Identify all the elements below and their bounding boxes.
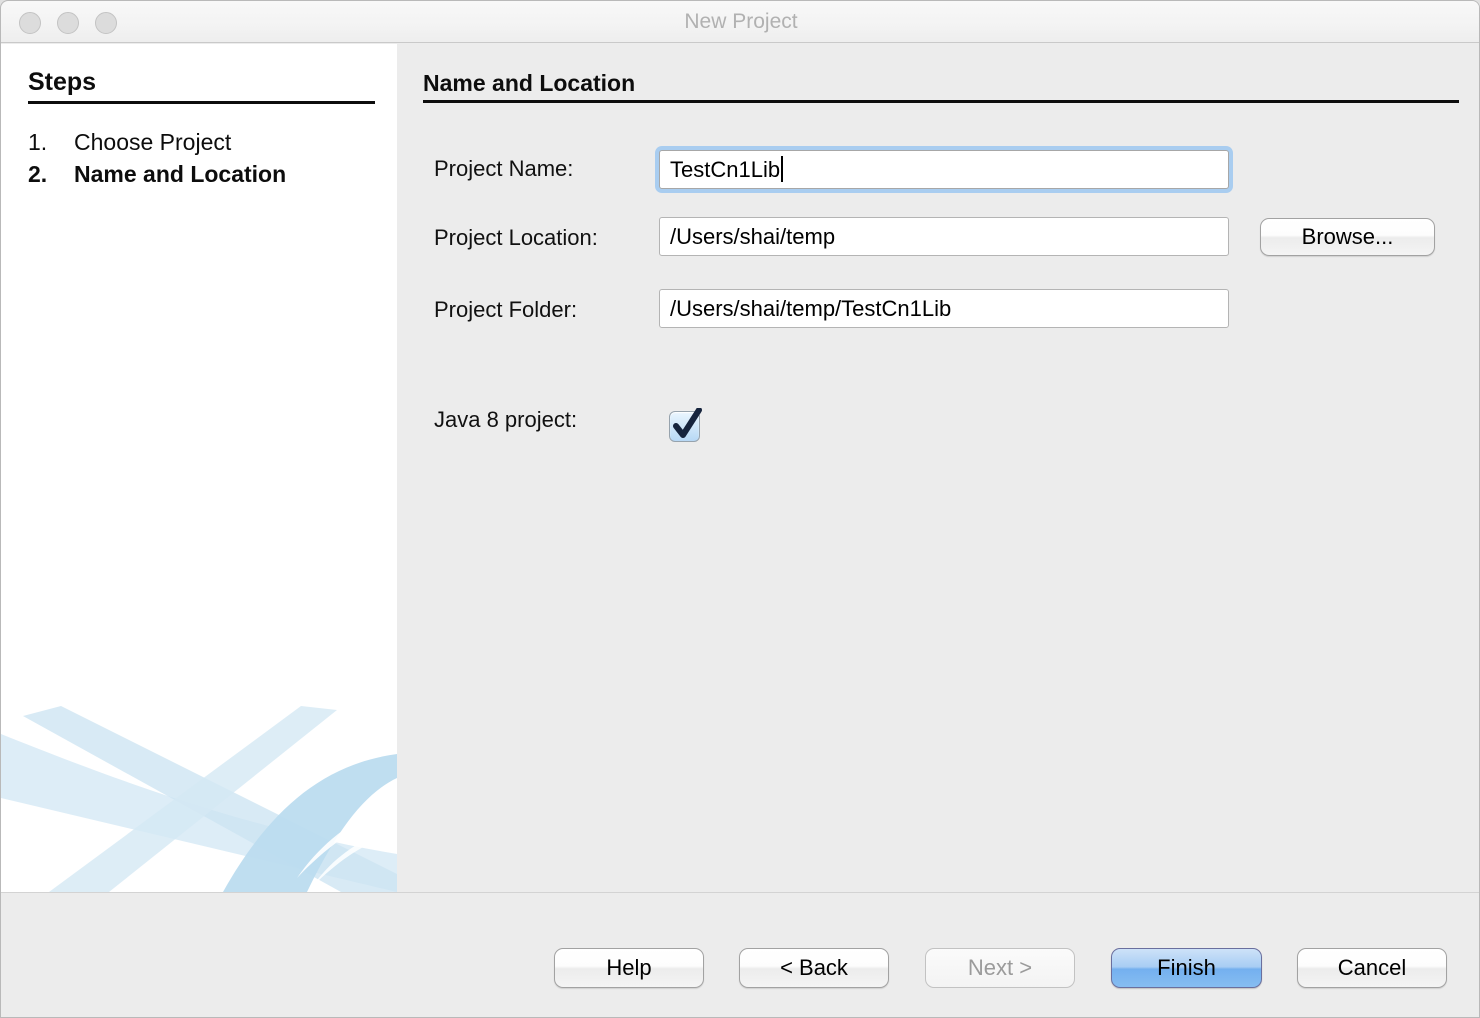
project-location-input[interactable]: /Users/shai/temp — [659, 217, 1229, 256]
java8-label: Java 8 project: — [434, 407, 577, 433]
finish-button[interactable]: Finish — [1111, 948, 1262, 988]
back-button[interactable]: < Back — [739, 948, 889, 988]
project-name-label: Project Name: — [434, 156, 573, 182]
window-title: New Project — [1, 1, 1480, 43]
java8-checkbox[interactable] — [669, 408, 700, 442]
project-location-value: /Users/shai/temp — [670, 224, 835, 249]
panel-heading-rule — [423, 100, 1459, 103]
checkmark-icon — [671, 408, 705, 442]
step-label: Name and Location — [74, 158, 286, 190]
step-number: 2. — [28, 158, 74, 190]
steps-list: 1. Choose Project 2. Name and Location — [28, 126, 286, 190]
name-location-panel: Name and Location Project Name: TestCn1L… — [397, 44, 1480, 892]
project-folder-label: Project Folder: — [434, 297, 577, 323]
project-folder-value: /Users/shai/temp/TestCn1Lib — [670, 296, 951, 321]
step-label: Choose Project — [74, 126, 231, 158]
step-name-and-location: 2. Name and Location — [28, 158, 286, 190]
steps-heading-rule — [28, 101, 375, 104]
step-choose-project: 1. Choose Project — [28, 126, 286, 158]
project-folder-input[interactable]: /Users/shai/temp/TestCn1Lib — [659, 289, 1229, 328]
cancel-button[interactable]: Cancel — [1297, 948, 1447, 988]
next-button: Next > — [925, 948, 1075, 988]
project-name-input[interactable]: TestCn1Lib — [659, 150, 1229, 189]
panel-heading: Name and Location — [423, 70, 635, 97]
text-caret — [781, 156, 783, 182]
netbeans-watermark-graphic — [1, 706, 397, 892]
step-number: 1. — [28, 126, 74, 158]
project-name-value: TestCn1Lib — [670, 157, 780, 182]
steps-heading: Steps — [28, 68, 96, 97]
steps-sidebar: Steps 1. Choose Project 2. Name and Loca… — [1, 44, 397, 892]
button-bar: Help < Back Next > Finish Cancel — [1, 893, 1480, 1018]
new-project-dialog: New Project Steps 1. Choose Project 2. N… — [0, 0, 1480, 1018]
browse-button[interactable]: Browse... — [1260, 218, 1435, 256]
help-button[interactable]: Help — [554, 948, 704, 988]
project-location-label: Project Location: — [434, 225, 598, 251]
titlebar: New Project — [1, 1, 1480, 43]
